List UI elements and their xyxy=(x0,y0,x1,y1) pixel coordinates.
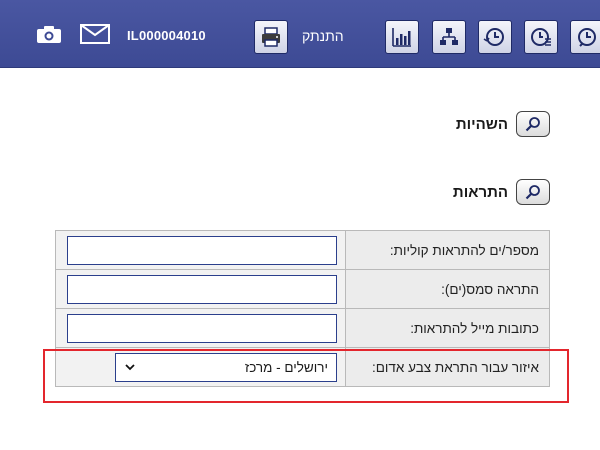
mail-icon[interactable] xyxy=(80,24,110,44)
print-icon[interactable] xyxy=(254,20,288,54)
section-title-delays: השהיות xyxy=(455,115,508,133)
section-delays: השהיות xyxy=(456,111,550,137)
delays-search-button[interactable] xyxy=(516,111,550,137)
form-row-email: כתובות מייל להתראות: xyxy=(55,308,550,348)
chevron-down-icon xyxy=(125,364,135,371)
sms-label: התראה סמס(ים): xyxy=(345,269,550,309)
bar-chart-icon[interactable] xyxy=(385,20,419,54)
org-chart-icon[interactable] xyxy=(432,20,466,54)
alerts-form: מספר/ים להתראות קוליות: התראה סמס(ים): כ… xyxy=(55,230,550,387)
email-cell xyxy=(55,308,346,348)
sms-input[interactable] xyxy=(67,274,337,304)
region-select[interactable]: ירושלים - מרכז xyxy=(115,352,337,382)
email-input[interactable] xyxy=(67,313,337,343)
voice-numbers-input[interactable] xyxy=(67,235,337,265)
camera-icon[interactable] xyxy=(36,24,62,44)
section-alerts: התראות xyxy=(453,179,550,205)
email-label: כתובות מייל להתראות: xyxy=(345,308,550,348)
clock-arrow-icon[interactable] xyxy=(570,20,600,54)
voice-cell xyxy=(55,230,346,270)
clock-money-icon[interactable] xyxy=(478,20,512,54)
top-toolbar: התנתק IL000004010 xyxy=(0,0,600,68)
magnifier-icon xyxy=(525,185,540,200)
region-cell: ירושלים - מרכז xyxy=(55,347,346,387)
alerts-search-button[interactable] xyxy=(516,179,550,205)
form-row-voice: מספר/ים להתראות קוליות: xyxy=(55,230,550,270)
sms-cell xyxy=(55,269,346,309)
account-id: IL000004010 xyxy=(127,28,206,43)
section-title-alerts: התראות xyxy=(452,183,508,201)
logout-link[interactable]: התנתק xyxy=(302,28,344,44)
region-label: איזור עבור התראת צבע אדום: xyxy=(345,347,550,387)
form-row-region: איזור עבור התראת צבע אדום: ירושלים - מרכ… xyxy=(55,347,550,387)
form-row-sms: התראה סמס(ים): xyxy=(55,269,550,309)
voice-label: מספר/ים להתראות קוליות: xyxy=(345,230,550,270)
magnifier-icon xyxy=(525,117,540,132)
clock-list-icon[interactable] xyxy=(524,20,558,54)
region-selected-value: ירושלים - מרכז xyxy=(244,359,328,375)
